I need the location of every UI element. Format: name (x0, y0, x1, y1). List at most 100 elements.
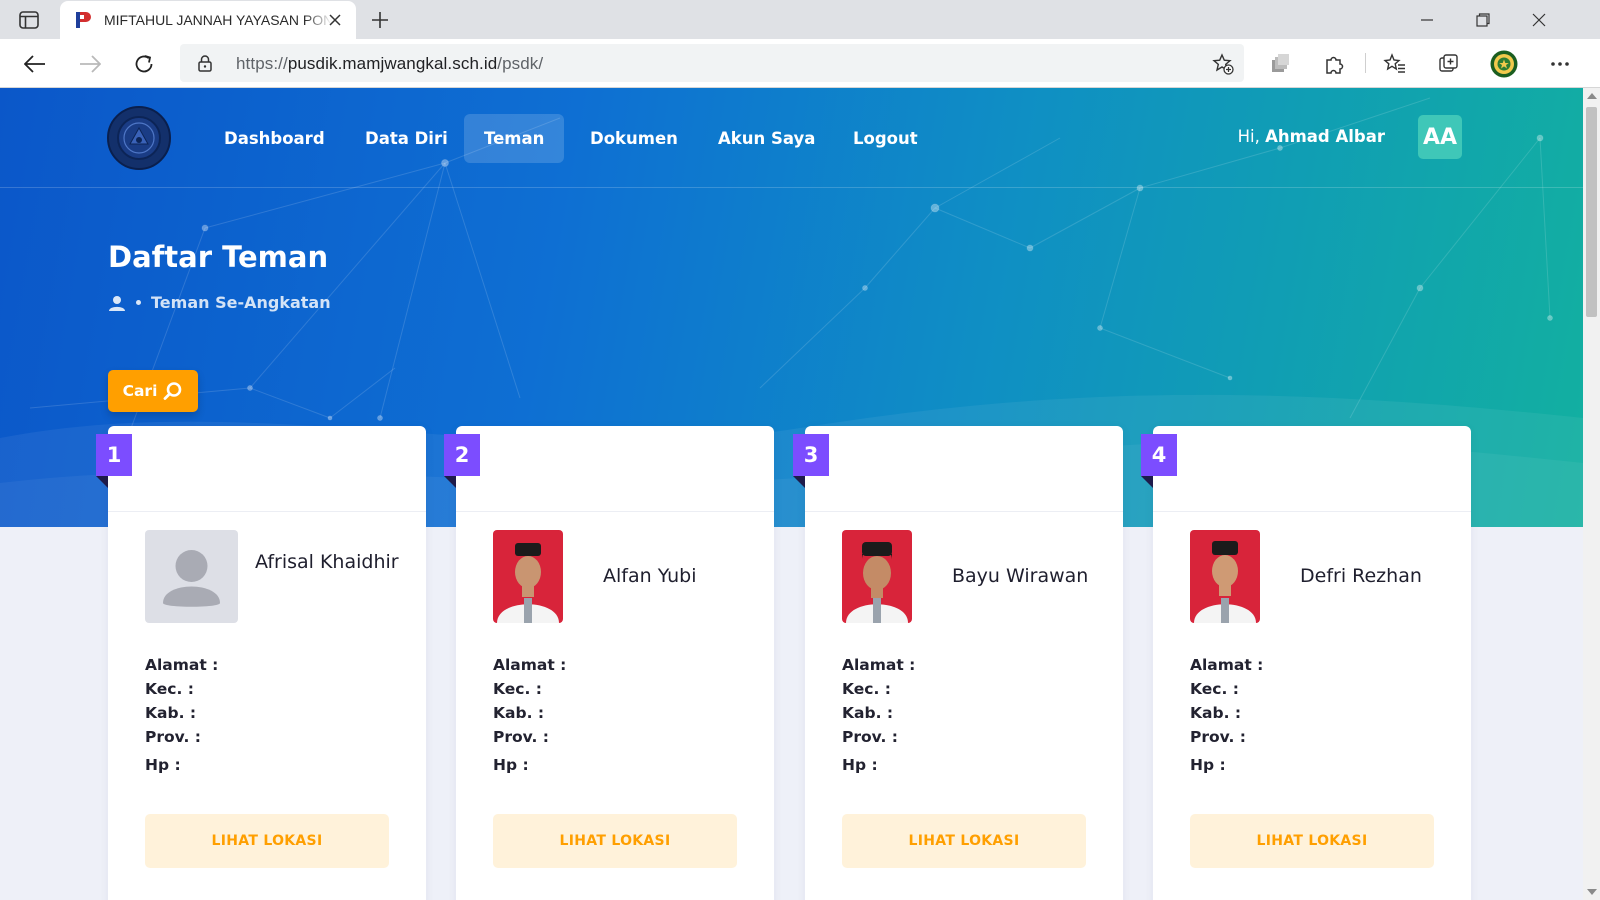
hp-label: Hp : (493, 756, 529, 774)
nav-teman[interactable]: Teman (464, 114, 565, 163)
site-favicon-icon (74, 11, 92, 29)
card-number-badge: 1 (96, 434, 132, 476)
close-tab-icon[interactable] (326, 11, 344, 29)
friend-name: Bayu Wirawan (952, 565, 1089, 587)
collections-icon[interactable] (1435, 50, 1463, 78)
user-avatar[interactable]: AA (1418, 115, 1462, 159)
search-button[interactable]: Cari (108, 370, 198, 412)
kecamatan-label: Kec. : (493, 680, 542, 698)
provinsi-label: Prov. : (1190, 728, 1246, 746)
kecamatan-label: Kec. : (1190, 680, 1239, 698)
alamat-label: Alamat : (145, 656, 219, 674)
reload-icon[interactable] (130, 50, 158, 78)
nav-dashboard[interactable]: Dashboard (204, 114, 345, 163)
favorites-icon[interactable] (1381, 50, 1409, 78)
add-favorite-icon[interactable] (1212, 53, 1234, 75)
kabupaten-label: Kab. : (145, 704, 197, 722)
scroll-down-icon[interactable] (1587, 889, 1597, 895)
alamat-label: Alamat : (493, 656, 567, 674)
hp-label: Hp : (842, 756, 878, 774)
student-photo (493, 530, 563, 623)
forward-icon[interactable] (76, 50, 104, 78)
url-text: https://pusdik.mamjwangkal.sch.id/psdk/ (236, 54, 544, 73)
card-divider (1153, 511, 1471, 512)
breadcrumb-label: Teman Se-Angkatan (151, 293, 331, 312)
search-button-label: Cari (122, 382, 158, 400)
hp-label: Hp : (145, 756, 181, 774)
friend-details: Alamat : Kec. : Kab. : Prov. : Hp : (493, 653, 566, 777)
friend-details: Alamat : Kec. : Kab. : Prov. : Hp : (842, 653, 915, 777)
user-greeting: Hi, Ahmad Albar (1237, 127, 1385, 146)
friend-details: Alamat : Kec. : Kab. : Prov. : Hp : (145, 653, 218, 777)
more-menu-icon[interactable] (1546, 50, 1574, 78)
lihat-lokasi-button[interactable]: LIHAT LOKASI (842, 814, 1086, 868)
search-icon (163, 382, 182, 400)
vertical-scrollbar[interactable] (1583, 88, 1600, 900)
card-divider (108, 511, 426, 512)
page-title: Daftar Teman (108, 240, 329, 274)
placeholder-avatar-icon (145, 530, 238, 623)
ribbon-fold (1141, 476, 1153, 488)
user-icon (109, 295, 125, 311)
browser-tab[interactable]: MIFTAHUL JANNAH YAYASAN PONDOK (60, 1, 356, 39)
minimize-icon[interactable] (1414, 8, 1440, 32)
kabupaten-label: Kab. : (842, 704, 894, 722)
nav-akun-saya[interactable]: Akun Saya (698, 114, 835, 163)
scroll-up-icon[interactable] (1587, 93, 1597, 99)
ribbon-fold (444, 476, 456, 488)
extensions-icon[interactable] (1320, 50, 1348, 78)
nav-data-diri[interactable]: Data Diri (345, 114, 468, 163)
provinsi-label: Prov. : (145, 728, 201, 746)
nav-dokumen[interactable]: Dokumen (570, 114, 698, 163)
alamat-label: Alamat : (1190, 656, 1264, 674)
friend-card: 2 Alfan Yubi Alamat : Kec. : Kab. : Prov… (444, 426, 774, 900)
toolbar-divider (1365, 53, 1366, 73)
collections-stack-icon[interactable] (1266, 50, 1294, 78)
ribbon-fold (96, 476, 108, 488)
provinsi-label: Prov. : (842, 728, 898, 746)
card-number-badge: 2 (444, 434, 480, 476)
friend-card: 4 Defri Rezhan Alamat : Kec. : Kab. : Pr… (1141, 426, 1471, 900)
address-bar[interactable]: https://pusdik.mamjwangkal.sch.id/psdk/ (180, 44, 1244, 82)
nav-divider (0, 187, 1583, 188)
page-viewport: Dashboard Data Diri Teman Dokumen Akun S… (0, 88, 1583, 900)
tab-title: MIFTAHUL JANNAH YAYASAN PONDOK (104, 12, 332, 28)
hp-label: Hp : (1190, 756, 1226, 774)
friend-details: Alamat : Kec. : Kab. : Prov. : Hp : (1190, 653, 1263, 777)
scrollbar-thumb[interactable] (1586, 107, 1597, 317)
lihat-lokasi-button[interactable]: LIHAT LOKASI (493, 814, 737, 868)
friend-name: Defri Rezhan (1300, 565, 1422, 587)
restore-icon[interactable] (1470, 8, 1496, 32)
lihat-lokasi-button[interactable]: LIHAT LOKASI (145, 814, 389, 868)
card-divider (805, 511, 1123, 512)
close-window-icon[interactable] (1526, 8, 1552, 32)
breadcrumb-dot (136, 300, 141, 305)
lihat-lokasi-button[interactable]: LIHAT LOKASI (1190, 814, 1434, 868)
browser-toolbar: https://pusdik.mamjwangkal.sch.id/psdk/ (0, 39, 1600, 88)
lock-icon (198, 55, 212, 72)
ribbon-fold (793, 476, 805, 488)
kecamatan-label: Kec. : (145, 680, 194, 698)
back-icon[interactable] (21, 50, 49, 78)
browser-tab-bar: MIFTAHUL JANNAH YAYASAN PONDOK (0, 0, 1600, 39)
friend-card: 3 Bayu Wirawan Alamat : Kec. : Kab. : Pr… (793, 426, 1123, 900)
card-number-badge: 3 (793, 434, 829, 476)
kabupaten-label: Kab. : (1190, 704, 1242, 722)
student-photo (842, 530, 912, 623)
friend-name: Alfan Yubi (603, 565, 697, 587)
friend-name: Afrisal Khaidhir (255, 551, 399, 573)
tab-actions-icon[interactable] (15, 9, 43, 31)
new-tab-icon[interactable] (368, 8, 392, 32)
friend-card: 1 Afrisal Khaidhir Alamat : Kec. : Kab. … (96, 426, 426, 900)
school-logo[interactable] (107, 106, 171, 170)
provinsi-label: Prov. : (493, 728, 549, 746)
profile-avatar-icon[interactable] (1490, 50, 1518, 78)
kecamatan-label: Kec. : (842, 680, 891, 698)
breadcrumb: Teman Se-Angkatan (108, 293, 331, 312)
nav-logout[interactable]: Logout (833, 114, 938, 163)
student-photo (1190, 530, 1260, 623)
kabupaten-label: Kab. : (493, 704, 545, 722)
card-divider (456, 511, 774, 512)
card-number-badge: 4 (1141, 434, 1177, 476)
alamat-label: Alamat : (842, 656, 916, 674)
